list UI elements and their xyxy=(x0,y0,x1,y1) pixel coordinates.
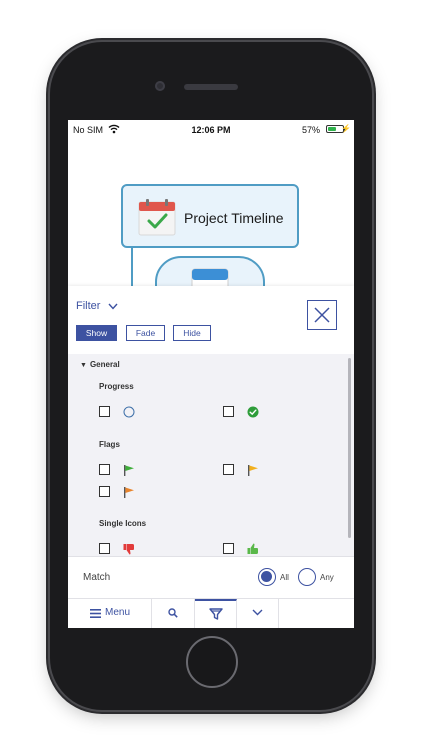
filter-panel: Filter Show Fade Hide ▼General Progress xyxy=(68,286,354,628)
flag-green-checkbox[interactable] xyxy=(99,464,110,475)
filter-icon xyxy=(209,608,223,620)
front-camera xyxy=(155,81,165,91)
thumb-down-checkbox[interactable] xyxy=(99,543,110,554)
match-any-label: Any xyxy=(320,573,334,582)
bottom-toolbar: Menu xyxy=(68,598,354,628)
timeline-card-title: Project Timeline xyxy=(184,210,284,226)
progress-empty-icon xyxy=(123,406,135,418)
group-progress-title: Progress xyxy=(99,382,134,391)
flag-yellow-checkbox[interactable] xyxy=(223,464,234,475)
group-flags-title: Flags xyxy=(99,440,120,449)
list-scrollbar[interactable] xyxy=(348,358,351,538)
home-button[interactable] xyxy=(186,636,238,688)
flag-green-icon xyxy=(124,465,134,476)
search-icon xyxy=(168,608,178,618)
disclosure-triangle-icon: ▼ xyxy=(80,362,87,369)
filter-title: Filter xyxy=(76,300,101,312)
match-any-radio[interactable] xyxy=(298,568,316,586)
filter-options-list[interactable]: ▼ General Progress Flags Single Icons xyxy=(68,354,354,556)
status-bar: No SIM 12:06 PM 57% ⚡ xyxy=(68,120,354,140)
match-all-radio[interactable] xyxy=(258,568,276,586)
project-timeline-card[interactable]: Project Timeline xyxy=(121,184,299,248)
app-store-screenshot: No SIM 12:06 PM 57% ⚡ Project Timeline F… xyxy=(0,0,422,750)
device-screen: No SIM 12:06 PM 57% ⚡ Project Timeline F… xyxy=(68,120,354,628)
flag-orange-checkbox[interactable] xyxy=(99,486,110,497)
menu-button[interactable]: Menu xyxy=(68,599,152,628)
flag-yellow-icon xyxy=(248,465,258,476)
match-all-label: All xyxy=(280,573,289,582)
match-row: Match All Any xyxy=(68,556,354,598)
chevron-down-icon xyxy=(252,609,263,616)
connector-line xyxy=(131,248,133,288)
thumb-up-checkbox[interactable] xyxy=(223,543,234,554)
search-button[interactable] xyxy=(152,599,195,628)
section-title: General xyxy=(89,360,120,369)
flag-orange-icon xyxy=(124,487,134,498)
show-mode-button[interactable]: Show xyxy=(76,325,117,341)
battery-percentage: 57% xyxy=(301,125,320,135)
charging-bolt-icon: ⚡ xyxy=(341,124,351,133)
progress-empty-checkbox[interactable] xyxy=(99,406,110,417)
fade-mode-button[interactable]: Fade xyxy=(126,325,165,341)
map-canvas[interactable]: Project Timeline 01 xyxy=(68,140,354,316)
group-single-icons-title: Single Icons xyxy=(99,519,147,528)
filter-button[interactable] xyxy=(195,599,237,628)
more-options-button[interactable] xyxy=(237,599,279,628)
section-general-toggle[interactable]: ▼ General xyxy=(80,360,120,369)
close-icon xyxy=(314,307,330,323)
hide-mode-button[interactable]: Hide xyxy=(173,325,211,341)
calendar-icon xyxy=(138,199,176,236)
close-button[interactable] xyxy=(307,300,337,330)
thumb-up-icon xyxy=(247,543,258,554)
power-button xyxy=(372,184,376,232)
thumb-down-icon xyxy=(123,544,134,555)
progress-complete-checkbox[interactable] xyxy=(223,406,234,417)
filter-dropdown[interactable]: Filter xyxy=(76,300,118,312)
match-label: Match xyxy=(83,572,111,583)
menu-label: Menu xyxy=(105,607,131,618)
menu-icon xyxy=(90,609,101,618)
earpiece-speaker xyxy=(184,84,238,90)
progress-complete-icon xyxy=(247,406,259,418)
chevron-down-icon xyxy=(107,303,118,310)
